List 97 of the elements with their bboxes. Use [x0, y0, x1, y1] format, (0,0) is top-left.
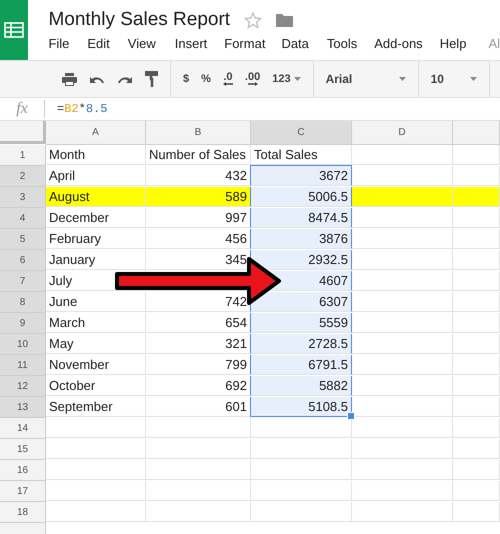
table-cell: January [46, 250, 146, 270]
table-cell: 589 [146, 187, 251, 207]
row-header[interactable]: 4 [0, 208, 46, 229]
folder-icon[interactable] [276, 13, 294, 27]
row-header[interactable]: 7 [0, 271, 46, 292]
menu-item[interactable]: View [128, 36, 156, 51]
right-arrow-icon [248, 82, 258, 86]
row-header[interactable]: 10 [0, 334, 46, 355]
row-header[interactable]: 9 [0, 313, 46, 334]
menu-item[interactable]: Format [224, 36, 266, 51]
more-formats-button[interactable]: 123 [272, 73, 301, 85]
table-cell: June [46, 292, 146, 312]
table-cell: 6791.5 [250, 355, 352, 375]
table-cell [453, 166, 500, 186]
table-cell: March [46, 313, 146, 333]
fill-handle[interactable] [347, 412, 355, 420]
table-cell: 3876 [250, 229, 352, 249]
table-cell [453, 418, 500, 438]
table-cell [453, 397, 500, 417]
star-icon[interactable] [244, 12, 262, 28]
table-cell [453, 355, 500, 375]
row-header[interactable]: 13 [0, 397, 46, 418]
menu-item[interactable]: Help [440, 36, 466, 51]
table-cell: September [46, 397, 146, 417]
table-cell [453, 187, 500, 207]
table-cell: April [46, 166, 146, 186]
percent-format-button[interactable]: % [201, 73, 211, 85]
table-cell: 6307 [250, 292, 352, 312]
table-cell: Month [46, 145, 146, 165]
row-header[interactable]: 6 [0, 250, 46, 271]
table-cell [453, 229, 500, 249]
table-cell: 3672 [250, 165, 352, 186]
row-header[interactable]: 2 [0, 166, 46, 187]
table-cell: 2728.5 [250, 334, 352, 354]
column-header[interactable]: C [251, 121, 352, 145]
row-header[interactable]: 18 [0, 502, 46, 523]
table-cell: May [46, 334, 146, 354]
table-cell [453, 376, 500, 396]
font-size-dropdown[interactable]: 10 [430, 72, 477, 86]
row-header[interactable]: 15 [0, 439, 46, 460]
table-cell: 8474.5 [250, 208, 352, 228]
table-cell: 5006.5 [250, 187, 352, 207]
column-header[interactable]: B [146, 121, 251, 145]
table-cell: 2932.5 [250, 250, 352, 270]
row-header[interactable]: 1 [0, 145, 46, 166]
table-cell: October [46, 376, 146, 396]
table-cell [453, 460, 500, 480]
row-header[interactable]: 8 [0, 292, 46, 313]
table-cell [453, 145, 500, 165]
table-cell: Number of Sales [146, 145, 251, 165]
menu-item[interactable]: Add-ons [374, 36, 423, 51]
table-cell [453, 439, 500, 459]
menu-item[interactable]: Insert [174, 36, 208, 51]
table-cell [453, 292, 500, 312]
table-cell: 5559 [250, 313, 352, 333]
row-header[interactable]: 11 [0, 355, 46, 376]
row-header[interactable]: 17 [0, 481, 46, 502]
caret-icon [294, 77, 301, 81]
table-cell: November [46, 355, 146, 375]
print-icon[interactable] [62, 72, 77, 86]
increase-decimals-button[interactable]: .00 [244, 72, 260, 86]
row-header[interactable]: 12 [0, 376, 46, 397]
menu-item[interactable]: Edit [87, 36, 110, 51]
caret-icon [470, 77, 477, 81]
table-cell [453, 271, 500, 291]
table-cell [453, 208, 500, 228]
table-cell [453, 502, 500, 522]
left-arrow-icon [222, 82, 233, 86]
table-cell: December [46, 208, 146, 228]
document-title[interactable]: Monthly Sales Report [48, 9, 230, 31]
table-cell: August [46, 187, 146, 207]
table-cell [453, 313, 500, 333]
decrease-decimals-button[interactable]: .0 [222, 72, 233, 86]
font-dropdown[interactable]: Arial [326, 72, 406, 86]
currency-format-button[interactable]: $ [183, 73, 190, 85]
column-header[interactable]: A [46, 121, 146, 145]
table-cell: Total Sales [251, 145, 352, 165]
sheets-logo-icon[interactable] [0, 0, 28, 60]
table-cell: 5882 [250, 376, 352, 396]
row-header[interactable]: 14 [0, 418, 46, 439]
table-cell: February [46, 229, 146, 249]
menu-item[interactable]: Tools [326, 36, 358, 51]
table-cell [453, 250, 500, 270]
table-cell [453, 481, 500, 501]
caret-icon [398, 77, 406, 81]
formula-field[interactable]: =B2*8.5 [45, 102, 108, 116]
menu-item[interactable]: Data [281, 36, 309, 51]
fx-label: fx [0, 100, 45, 118]
row-header[interactable]: 16 [0, 460, 46, 481]
row-header[interactable]: 3 [0, 187, 46, 208]
paint-format-icon[interactable] [145, 71, 158, 87]
table-cell [453, 334, 500, 354]
menu-item[interactable]: File [48, 36, 70, 51]
undo-icon[interactable] [89, 74, 105, 84]
row-header[interactable]: 5 [0, 229, 46, 250]
column-header[interactable]: D [352, 121, 453, 145]
table-cell: 5108.5 [250, 397, 352, 417]
